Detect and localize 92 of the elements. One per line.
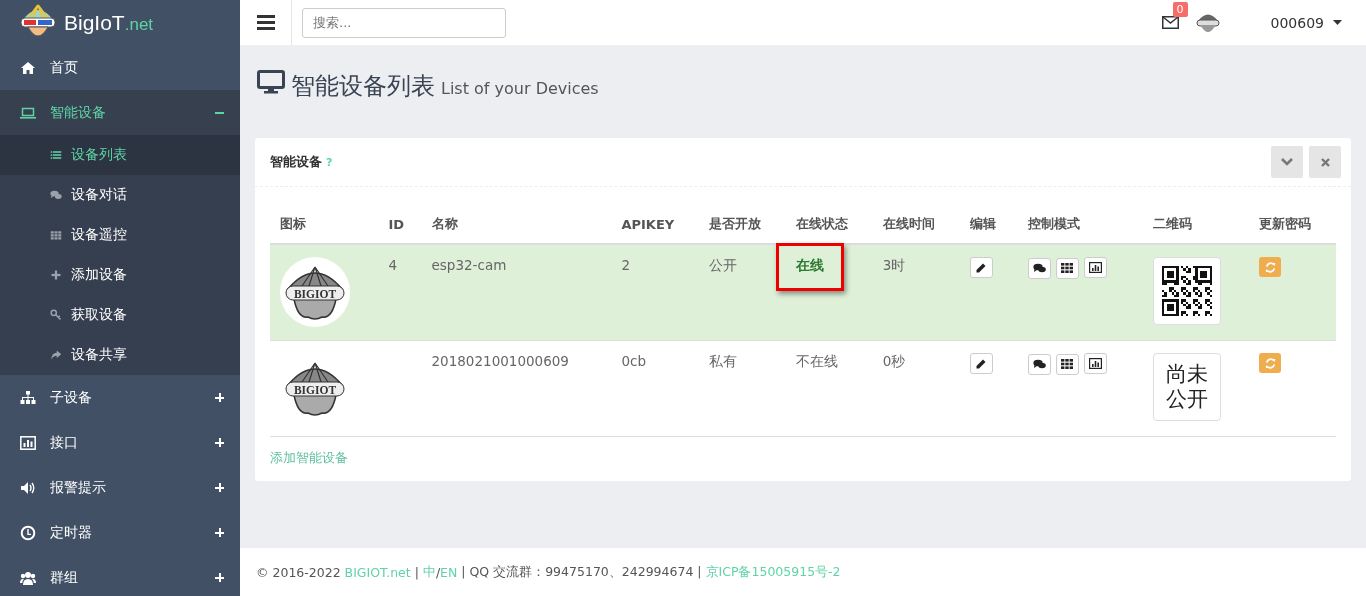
home-icon xyxy=(20,59,36,76)
chart-icon xyxy=(20,434,36,451)
column-header: 名称 xyxy=(431,216,458,231)
chat-button[interactable] xyxy=(1027,257,1051,279)
column-header: 更新密码 xyxy=(1259,216,1312,231)
plus-icon[interactable] xyxy=(215,483,224,492)
user-menu[interactable]: 000609 xyxy=(1268,10,1344,35)
nav-item[interactable]: 定时器 xyxy=(0,510,240,555)
qr-notice-card: 尚未公开 xyxy=(1152,353,1221,421)
nav-item[interactable]: 智能设备 xyxy=(0,90,240,135)
chart-button[interactable] xyxy=(1083,353,1107,374)
status-text: 不在线 xyxy=(796,353,838,369)
table-cell: esp32-cam xyxy=(431,257,507,273)
brand-name[interactable]: BigIoT.net xyxy=(64,10,154,35)
panel-title: 智能设备 xyxy=(270,153,322,171)
list-icon xyxy=(50,149,62,161)
column-header: 控制模式 xyxy=(1027,216,1080,231)
plus-icon[interactable] xyxy=(215,573,224,582)
plus-icon[interactable] xyxy=(215,393,224,402)
column-header: 是否开放 xyxy=(709,216,762,231)
footer-text: © 2016-2022 xyxy=(256,564,342,580)
submenu-item[interactable]: 设备共享 xyxy=(0,335,240,375)
close-icon xyxy=(1320,157,1330,167)
table-cell: 私有 xyxy=(709,353,738,369)
chat-icon xyxy=(1032,263,1046,273)
column-header: ID xyxy=(388,216,405,232)
users-icon xyxy=(20,569,36,586)
grid-button[interactable] xyxy=(1055,257,1079,279)
sitemap-icon xyxy=(20,389,36,406)
grid-icon xyxy=(50,229,62,241)
footer-text: / xyxy=(435,564,441,580)
monitor-icon xyxy=(257,70,285,94)
plus-icon[interactable] xyxy=(215,438,224,447)
key-icon xyxy=(50,309,62,321)
pencil-icon xyxy=(976,358,987,369)
page-title: 智能设备列表 xyxy=(291,71,435,102)
table-cell: 0cb xyxy=(621,353,646,369)
bar-chart-icon xyxy=(1088,358,1102,369)
table-cell: 0秒 xyxy=(882,353,906,369)
column-header: APIKEY xyxy=(621,216,675,232)
menu-icon xyxy=(256,15,275,30)
column-header: 二维码 xyxy=(1152,216,1192,231)
share-icon xyxy=(50,349,62,361)
clock-icon xyxy=(20,524,36,541)
status-text: 在线 xyxy=(796,257,824,273)
grid-icon xyxy=(1061,263,1074,273)
page-subtitle: List of your Devices xyxy=(441,79,599,98)
qr-code xyxy=(1152,257,1221,325)
chat-icon xyxy=(50,189,62,201)
column-header: 图标 xyxy=(280,216,306,231)
submenu-item[interactable]: 添加设备 xyxy=(0,255,240,295)
table-cell: 2 xyxy=(621,257,630,273)
chat-icon xyxy=(1032,359,1046,369)
shell-logo-icon: BIGIOT xyxy=(280,257,350,327)
pencil-icon xyxy=(976,262,987,273)
refresh-icon xyxy=(1264,357,1276,369)
search-field[interactable]: 搜索... xyxy=(302,7,506,38)
footer-text: | QQ 交流群：99475170、242994674 | xyxy=(460,563,703,581)
caret-icon xyxy=(1333,20,1342,25)
edit-button[interactable] xyxy=(969,257,993,278)
collapse-button[interactable] xyxy=(1271,146,1303,178)
bar-chart-icon xyxy=(1088,262,1102,273)
column-header: 在线时间 xyxy=(882,216,935,231)
highlight-box xyxy=(776,243,844,291)
chart-button[interactable] xyxy=(1083,257,1107,278)
chat-button[interactable] xyxy=(1027,353,1051,375)
refresh-icon xyxy=(1264,261,1276,273)
close-button[interactable] xyxy=(1309,146,1341,178)
edit-button[interactable] xyxy=(969,353,993,374)
submenu-item[interactable]: 设备对话 xyxy=(0,175,240,215)
table-cell: 2018021001000609 xyxy=(431,353,569,369)
nav-item[interactable]: 首页 xyxy=(0,45,240,90)
plus-icon[interactable] xyxy=(215,528,224,537)
submenu-item[interactable]: 设备列表 xyxy=(0,135,240,175)
table-cell: 公开 xyxy=(709,257,738,273)
submenu-item[interactable]: 获取设备 xyxy=(0,295,240,335)
table-cell: 4 xyxy=(388,257,398,273)
column-header: 编辑 xyxy=(969,216,996,231)
footer-text: | xyxy=(413,564,420,580)
plus-icon xyxy=(50,269,62,281)
column-header: 在线状态 xyxy=(796,216,848,231)
submenu-item[interactable]: 设备遥控 xyxy=(0,215,240,255)
table-cell: 3时 xyxy=(882,257,906,273)
nav-item[interactable]: 报警提示 xyxy=(0,465,240,510)
count-badge: 0 xyxy=(1172,2,1188,17)
nav-item[interactable]: 子设备 xyxy=(0,375,240,420)
grid-button[interactable] xyxy=(1055,353,1079,375)
nav-item[interactable]: 群组 xyxy=(0,555,240,596)
mail-icon[interactable] xyxy=(1161,16,1179,29)
grid-icon xyxy=(1061,359,1074,369)
nav-item[interactable]: 接口 xyxy=(0,420,240,465)
chevron-down-icon xyxy=(1281,158,1293,166)
